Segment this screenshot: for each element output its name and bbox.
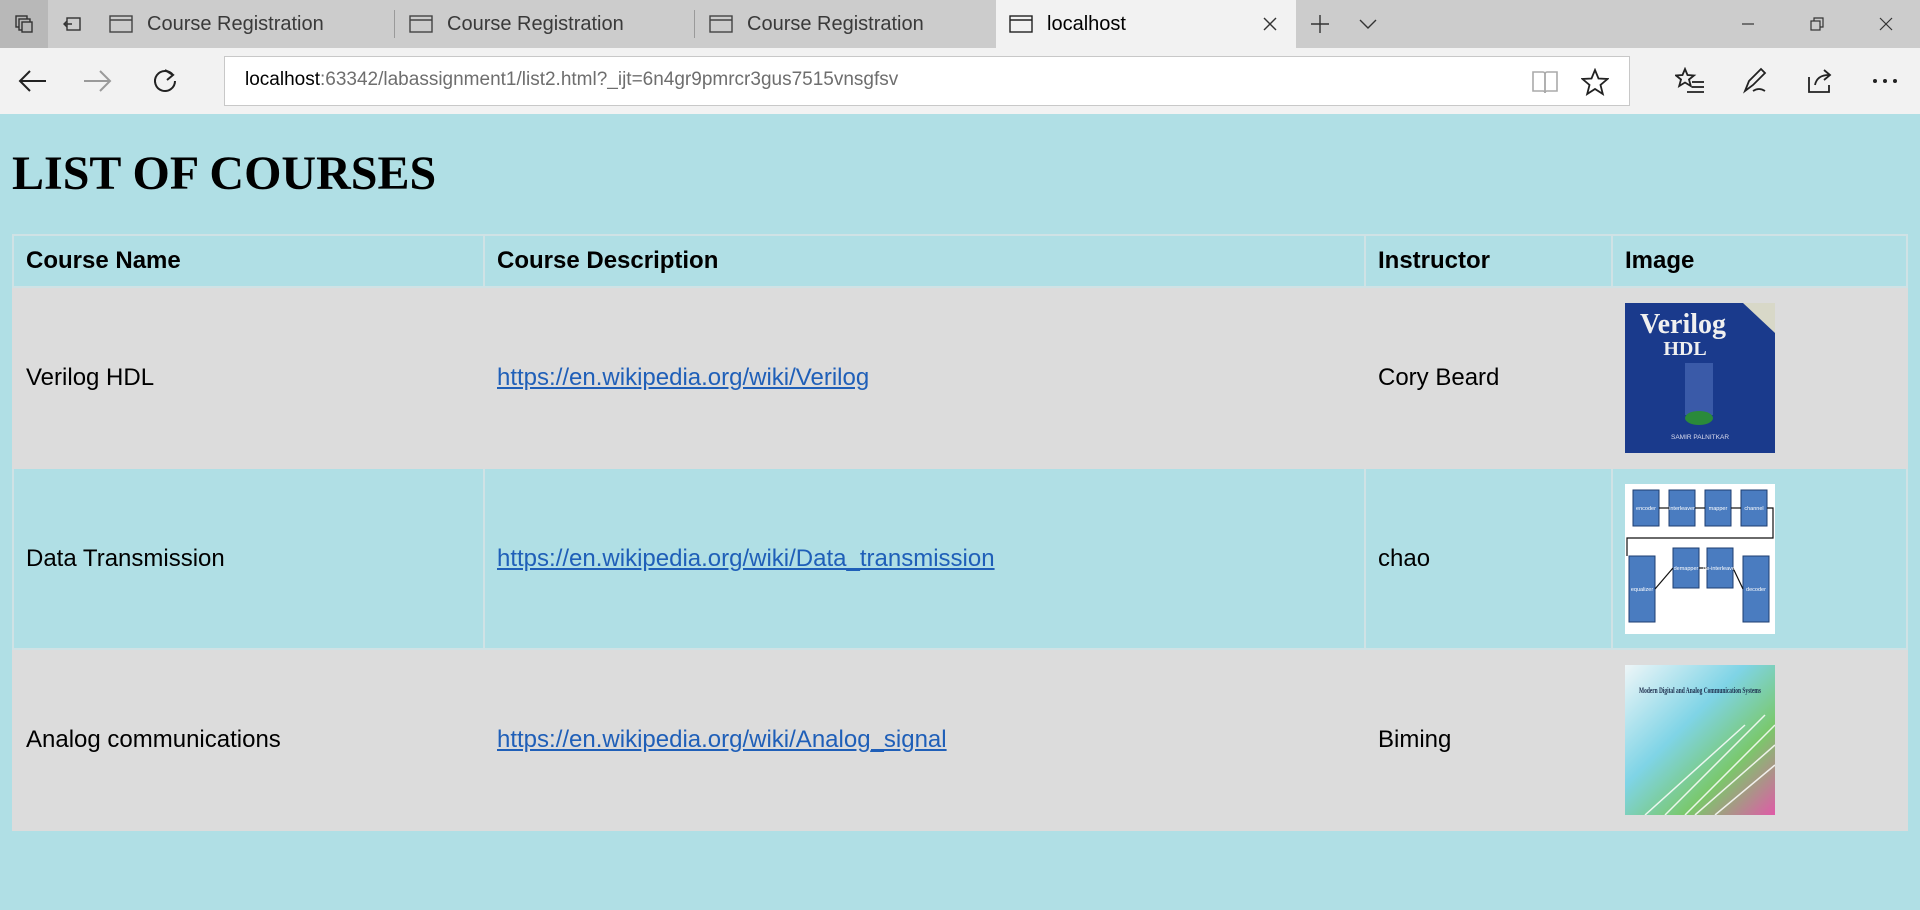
- back-arrow-icon[interactable]: [8, 56, 58, 106]
- close-window-icon[interactable]: [1851, 0, 1920, 48]
- tab-actions-icon[interactable]: [0, 0, 48, 48]
- favorites-hub-icon[interactable]: [1665, 56, 1715, 106]
- block-diagram-image: encoder interleaver mapper channel equal…: [1625, 483, 1775, 634]
- course-name-cell: Analog communications: [12, 648, 485, 831]
- tab-divider: [694, 10, 695, 38]
- tab-localhost[interactable]: localhost: [996, 0, 1296, 48]
- verilog-book-cover-image: Verilog HDL SAMIR PALNITKAR: [1625, 302, 1775, 453]
- minimize-icon[interactable]: [1713, 0, 1782, 48]
- close-tab-icon[interactable]: [1258, 12, 1282, 36]
- image-cell: Modern Digital and Analog Communication …: [1611, 648, 1908, 831]
- page-icon: [409, 14, 433, 34]
- chevron-down-icon[interactable]: [1344, 0, 1392, 48]
- page-icon: [109, 14, 133, 34]
- analog-book-cover-image: Modern Digital and Analog Communication …: [1625, 664, 1775, 815]
- image-cell: Verilog HDL SAMIR PALNITKAR: [1611, 286, 1908, 469]
- pen-icon[interactable]: [1730, 56, 1780, 106]
- block-label: equalizer: [1631, 587, 1653, 593]
- course-description-cell: https://en.wikipedia.org/wiki/Verilog: [483, 286, 1366, 469]
- tab-divider: [394, 10, 395, 38]
- column-header-course-description: Course Description: [483, 234, 1366, 288]
- course-link[interactable]: https://en.wikipedia.org/wiki/Analog_sig…: [497, 726, 947, 753]
- tab-label: Course Registration: [747, 12, 924, 35]
- new-tab-icon[interactable]: [1296, 0, 1344, 48]
- restore-icon[interactable]: [1782, 0, 1851, 48]
- url-text: localhost:63342/labassignment1/list2.htm…: [245, 69, 898, 91]
- block-label: decoder: [1746, 587, 1766, 593]
- refresh-icon[interactable]: [140, 56, 190, 106]
- instructor-cell: Biming: [1364, 648, 1613, 831]
- cover-author-text: SAMIR PALNITKAR: [1671, 434, 1729, 441]
- navigation-bar: localhost:63342/labassignment1/list2.htm…: [0, 48, 1920, 114]
- column-header-course-name: Course Name: [12, 234, 485, 288]
- tab-label: Course Registration: [447, 12, 624, 35]
- tab-strip: Course Registration Course Registration …: [0, 0, 1920, 48]
- courses-table: Course Name Course Description Instructo…: [12, 234, 1908, 831]
- image-cell: encoder interleaver mapper channel equal…: [1611, 467, 1908, 650]
- course-description-cell: https://en.wikipedia.org/wiki/Data_trans…: [483, 467, 1366, 650]
- course-name-cell: Verilog HDL: [12, 286, 485, 469]
- block-label: channel: [1744, 506, 1763, 512]
- block-label: interleaver: [1669, 506, 1695, 512]
- column-header-image: Image: [1611, 234, 1908, 288]
- page-icon: [709, 14, 733, 34]
- block-label: demapper: [1674, 566, 1699, 572]
- share-icon[interactable]: [1795, 56, 1845, 106]
- block-label: de-interleaver: [1703, 566, 1737, 572]
- tab-label: Course Registration: [147, 12, 324, 35]
- tab-course-registration-2[interactable]: Course Registration: [396, 0, 694, 48]
- block-label: mapper: [1709, 506, 1728, 512]
- page-icon: [1009, 14, 1033, 34]
- cover-title-text: Verilog: [1640, 309, 1726, 340]
- instructor-cell: chao: [1364, 467, 1613, 650]
- block-label: encoder: [1636, 506, 1656, 512]
- favorite-star-icon[interactable]: [1580, 67, 1610, 101]
- page-content: LIST OF COURSES Course Name Course Descr…: [0, 114, 1920, 910]
- set-aside-tabs-icon[interactable]: [48, 0, 96, 48]
- column-header-instructor: Instructor: [1364, 234, 1613, 288]
- course-name-cell: Data Transmission: [12, 467, 485, 650]
- table-row: Analog communications https://en.wikiped…: [12, 648, 1908, 831]
- url-path: :63342/labassignment1/list2.html?_ijt=6n…: [320, 69, 899, 90]
- cover-title-text: Modern Digital and Analog Communication …: [1639, 685, 1761, 695]
- instructor-cell: Cory Beard: [1364, 286, 1613, 469]
- tab-label: localhost: [1047, 12, 1126, 35]
- page-title: LIST OF COURSES: [12, 147, 437, 200]
- table-row: Data Transmission https://en.wikipedia.o…: [12, 467, 1908, 650]
- table-row: Verilog HDL https://en.wikipedia.org/wik…: [12, 286, 1908, 469]
- more-options-icon[interactable]: [1860, 56, 1910, 106]
- course-link[interactable]: https://en.wikipedia.org/wiki/Data_trans…: [497, 545, 995, 572]
- reading-view-icon[interactable]: [1531, 69, 1559, 100]
- course-description-cell: https://en.wikipedia.org/wiki/Analog_sig…: [483, 648, 1366, 831]
- cover-subtitle-text: HDL: [1663, 338, 1706, 360]
- forward-arrow-icon[interactable]: [72, 56, 122, 106]
- address-bar[interactable]: localhost:63342/labassignment1/list2.htm…: [224, 56, 1630, 106]
- tab-course-registration-1[interactable]: Course Registration: [96, 0, 394, 48]
- url-host: localhost: [245, 69, 320, 90]
- table-header-row: Course Name Course Description Instructo…: [12, 234, 1908, 288]
- tab-course-registration-3[interactable]: Course Registration: [696, 0, 996, 48]
- course-link[interactable]: https://en.wikipedia.org/wiki/Verilog: [497, 364, 869, 391]
